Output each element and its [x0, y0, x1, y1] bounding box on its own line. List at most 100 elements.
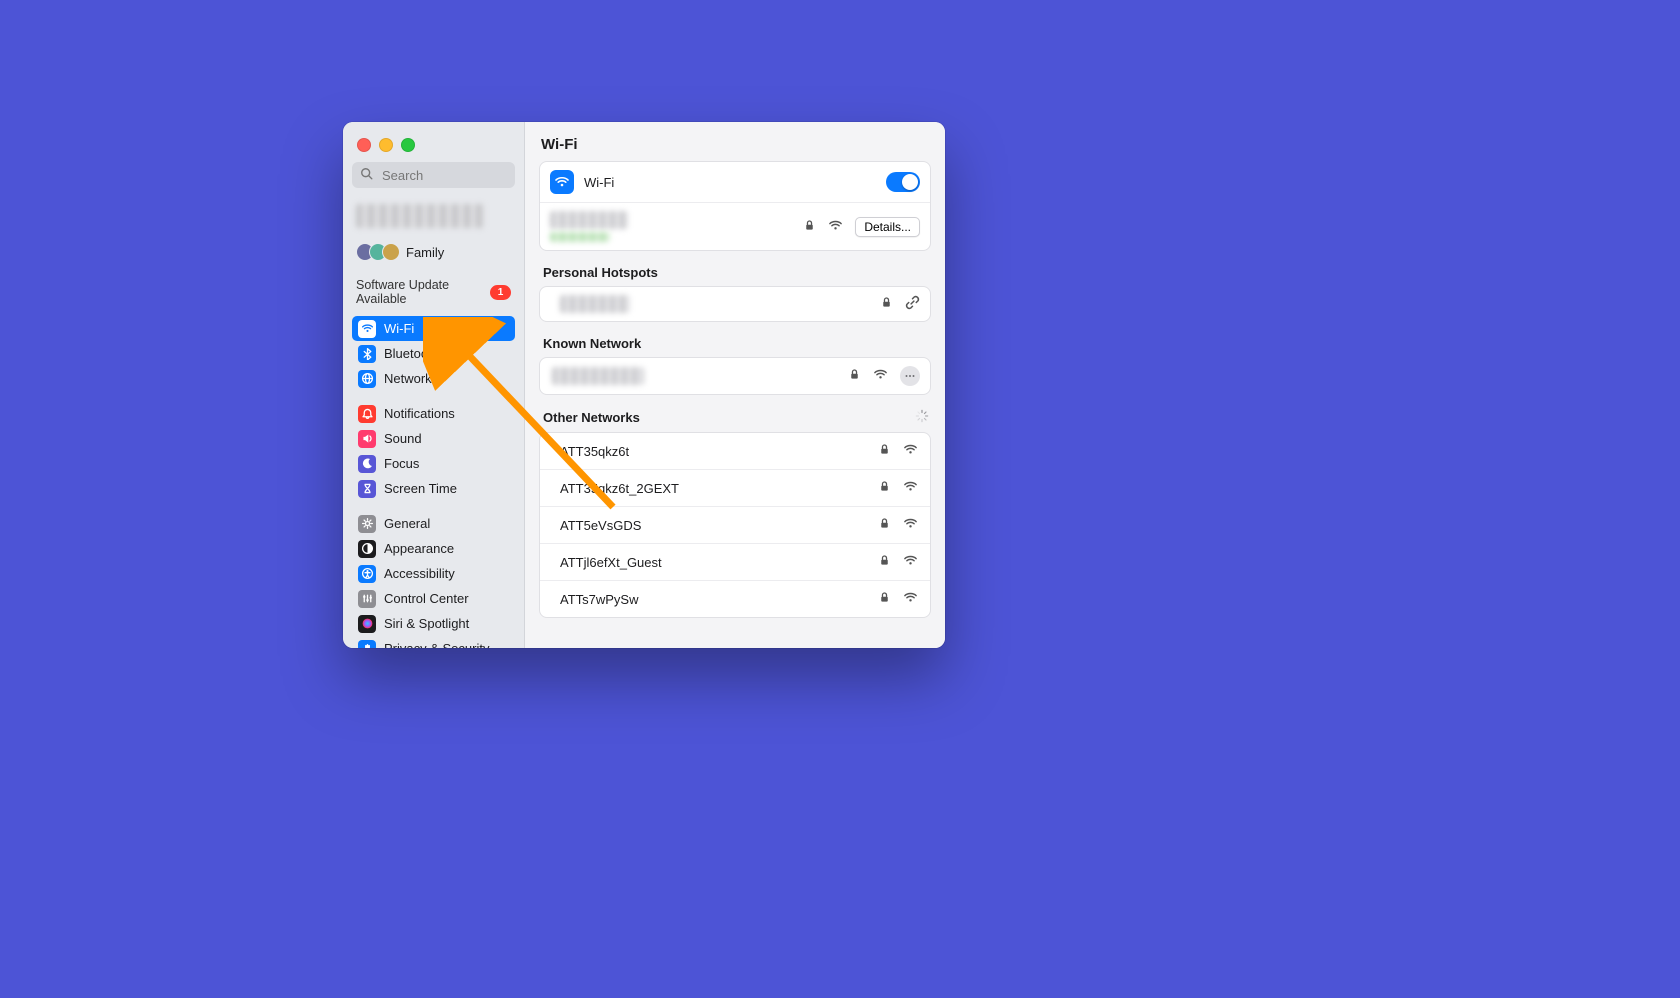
sidebar-item-network[interactable]: Network [352, 366, 515, 391]
lock-icon [803, 219, 816, 235]
known-network-row[interactable] [540, 358, 930, 394]
window-controls [343, 122, 524, 162]
network-row[interactable]: ATT35qkz6t_2GEXT [540, 470, 930, 507]
network-name: ATTjl6efXt_Guest [560, 555, 662, 570]
wifi-signal-icon [903, 553, 918, 571]
apple-id-row[interactable] [352, 200, 515, 232]
scanning-spinner-icon [915, 409, 929, 426]
sidebar-item-label: Bluetooth [384, 346, 439, 361]
lock-icon [878, 443, 891, 459]
bluetooth-icon [358, 345, 376, 363]
appearance-icon [358, 540, 376, 558]
software-update-label: Software Update Available [356, 278, 484, 306]
lock-icon [878, 517, 891, 533]
hand-icon [358, 640, 376, 649]
search-icon [360, 167, 374, 184]
redacted-connected-status [550, 232, 610, 242]
lock-icon [848, 368, 861, 384]
other-title: Other Networks [539, 409, 931, 432]
sidebar-item-focus[interactable]: Focus [352, 451, 515, 476]
sidebar-item-general[interactable]: General [352, 511, 515, 536]
lock-icon [878, 480, 891, 496]
sidebar-item-label: Screen Time [384, 481, 457, 496]
hotspots-title: Personal Hotspots [539, 265, 931, 286]
hotspots-list [539, 286, 931, 322]
more-button[interactable] [900, 366, 920, 386]
fullscreen-button[interactable] [401, 138, 415, 152]
sidebar-item-privacy[interactable]: Privacy & Security [352, 636, 515, 648]
network-row[interactable]: ATTs7wPySw [540, 581, 930, 617]
wifi-signal-icon [903, 590, 918, 608]
content: Wi-Fi Wi-Fi [525, 122, 945, 648]
gear-icon [358, 515, 376, 533]
sidebar: Family Software Update Available 1 Wi-Fi… [343, 122, 525, 648]
page-title: Wi-Fi [539, 136, 931, 161]
known-list [539, 357, 931, 395]
redacted-hotspot-name [560, 295, 630, 313]
speaker-icon [358, 430, 376, 448]
accessibility-icon [358, 565, 376, 583]
minimize-button[interactable] [379, 138, 393, 152]
update-badge: 1 [490, 285, 511, 300]
wifi-signal-icon [903, 479, 918, 497]
sidebar-nav: Wi-Fi Bluetooth Network Notifications Sound F… [352, 316, 515, 648]
sidebar-item-bluetooth[interactable]: Bluetooth [352, 341, 515, 366]
hotspot-row[interactable] [540, 287, 930, 321]
hourglass-icon [358, 480, 376, 498]
lock-icon [880, 296, 893, 312]
globe-icon [358, 370, 376, 388]
network-row[interactable]: ATTjl6efXt_Guest [540, 544, 930, 581]
network-row[interactable]: ATT5eVsGDS [540, 507, 930, 544]
redacted-known-name [552, 367, 644, 385]
sidebar-item-siri[interactable]: Siri & Spotlight [352, 611, 515, 636]
wifi-signal-icon [903, 516, 918, 534]
wifi-label: Wi-Fi [584, 175, 614, 190]
search-field[interactable] [352, 162, 515, 188]
hotspot-link-icon [905, 295, 920, 313]
lock-icon [878, 554, 891, 570]
sidebar-item-label: Network [384, 371, 432, 386]
wifi-icon [550, 170, 574, 194]
sidebar-item-label: Siri & Spotlight [384, 616, 469, 631]
search-input[interactable] [380, 167, 525, 184]
system-settings-window: Family Software Update Available 1 Wi-Fi… [343, 122, 945, 648]
family-avatars [356, 243, 400, 261]
network-name: ATT5eVsGDS [560, 518, 641, 533]
sidebar-item-controlcenter[interactable]: Control Center [352, 586, 515, 611]
connected-network-row[interactable]: Details... [540, 203, 930, 250]
sidebar-item-label: Notifications [384, 406, 455, 421]
sidebar-item-accessibility[interactable]: Accessibility [352, 561, 515, 586]
other-title-label: Other Networks [543, 410, 640, 425]
siri-icon [358, 615, 376, 633]
network-name: ATT35qkz6t_2GEXT [560, 481, 679, 496]
family-label: Family [406, 245, 444, 260]
wifi-toggle[interactable] [886, 172, 920, 192]
sidebar-item-label: Privacy & Security [384, 641, 489, 648]
network-name: ATTs7wPySw [560, 592, 639, 607]
sidebar-item-sound[interactable]: Sound [352, 426, 515, 451]
sidebar-item-label: Accessibility [384, 566, 455, 581]
network-name: ATT35qkz6t [560, 444, 629, 459]
sidebar-item-notifications[interactable]: Notifications [352, 401, 515, 426]
redacted-user-name [356, 204, 484, 228]
network-row[interactable]: ATT35qkz6t [540, 433, 930, 470]
sidebar-item-screentime[interactable]: Screen Time [352, 476, 515, 501]
redacted-connected-name [550, 211, 628, 229]
sidebar-item-label: Appearance [384, 541, 454, 556]
other-networks-list: ATT35qkz6t ATT35qkz6t_2GEXT ATT5eVsGDS ATTj… [539, 432, 931, 618]
sidebar-item-label: Focus [384, 456, 419, 471]
bell-icon [358, 405, 376, 423]
wifi-signal-icon [903, 442, 918, 460]
wifi-signal-icon [873, 367, 888, 385]
sidebar-item-appearance[interactable]: Appearance [352, 536, 515, 561]
controls-icon [358, 590, 376, 608]
sidebar-item-label: Wi-Fi [384, 321, 414, 336]
details-button[interactable]: Details... [855, 217, 920, 237]
software-update-row[interactable]: Software Update Available 1 [352, 266, 515, 316]
close-button[interactable] [357, 138, 371, 152]
lock-icon [878, 591, 891, 607]
wifi-signal-icon [828, 218, 843, 236]
sidebar-item-wifi[interactable]: Wi-Fi [352, 316, 515, 341]
known-title: Known Network [539, 336, 931, 357]
sidebar-item-family[interactable]: Family [352, 238, 515, 266]
